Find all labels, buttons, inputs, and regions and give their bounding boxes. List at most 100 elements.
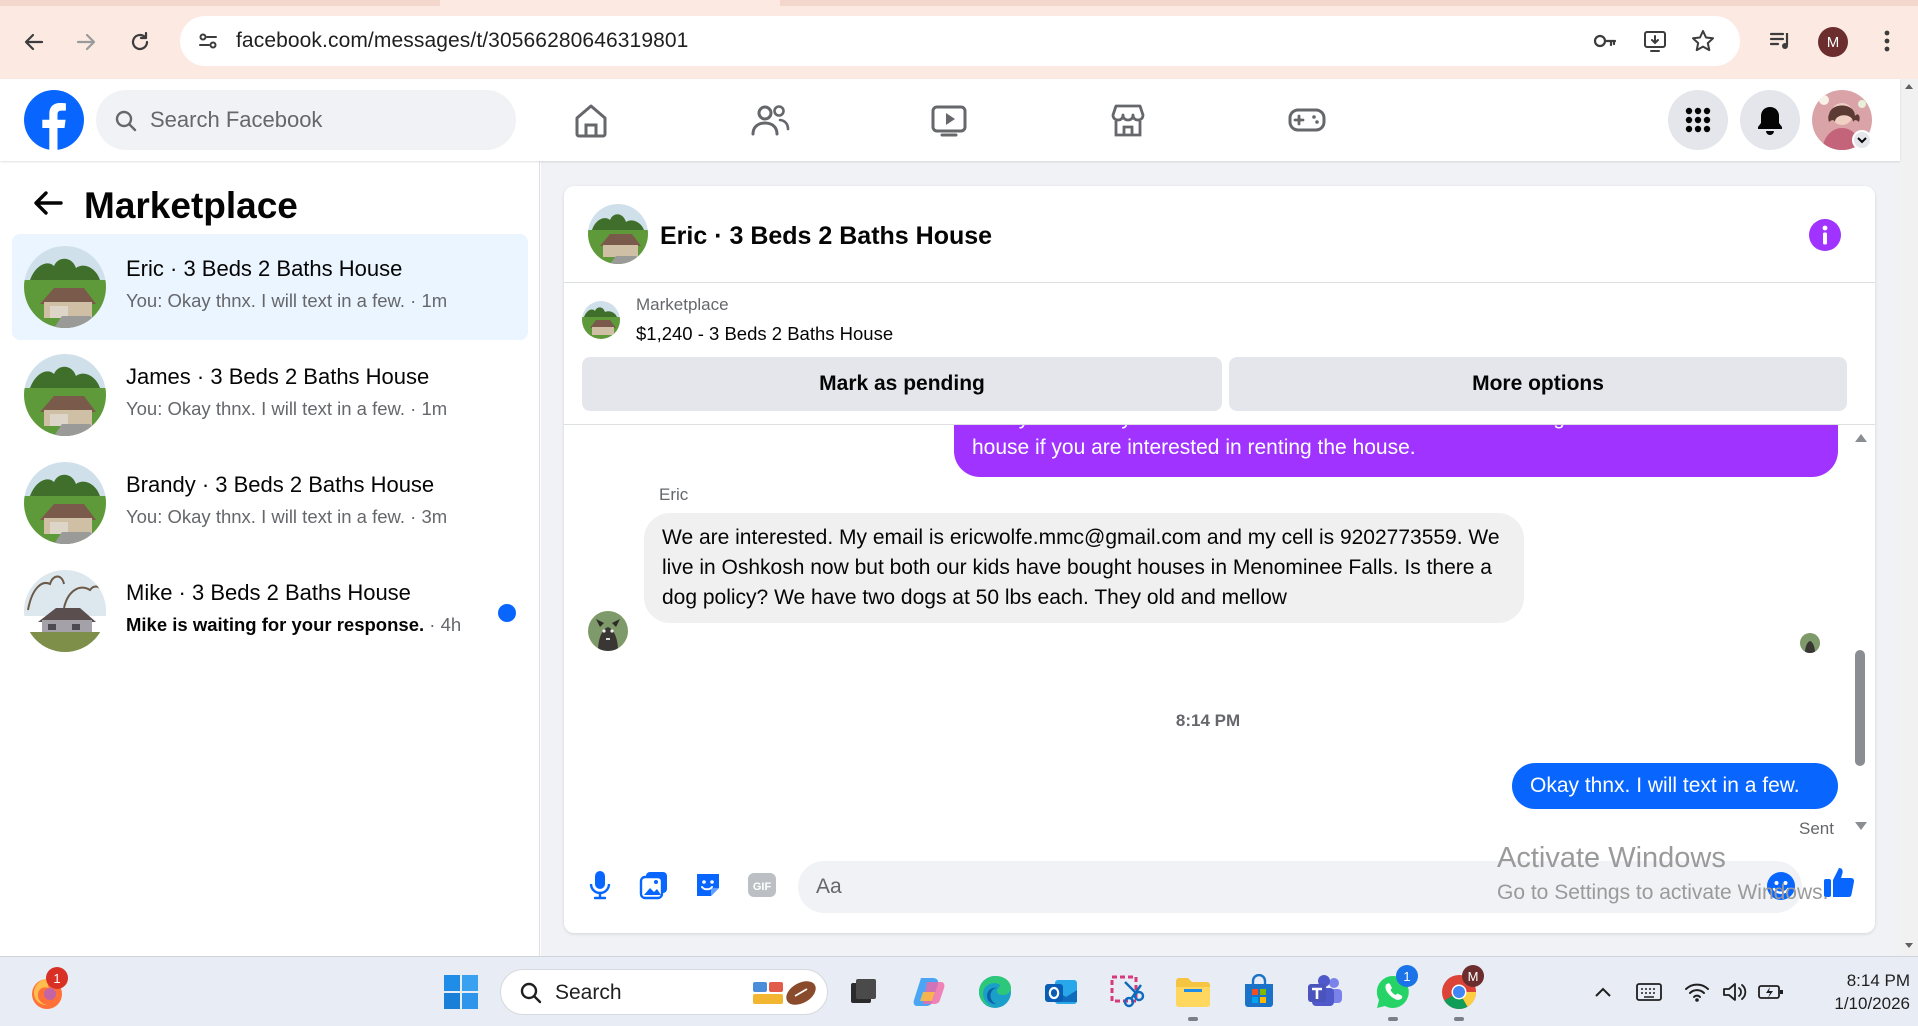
battery-button[interactable] — [1756, 977, 1786, 1007]
active-tab[interactable] — [440, 0, 780, 6]
preview-text: You: Okay thnx. I will text in a few. — [126, 290, 406, 311]
page-scrollbar[interactable] — [1900, 79, 1918, 956]
folder-icon — [1176, 978, 1210, 1007]
taskbar-task-view[interactable] — [840, 969, 886, 1015]
search-placeholder: Search Facebook — [150, 107, 323, 132]
reload-button[interactable] — [120, 22, 160, 62]
listing-title[interactable]: $1,240 - 3 Beds 2 Baths House — [636, 323, 893, 345]
outgoing-message-bubble[interactable]: Kindly send me your contact number for m… — [954, 425, 1838, 477]
message-status: Sent — [1799, 819, 1834, 838]
conversation-item-mike[interactable]: Mike · 3 Beds 2 Baths House Mike is wait… — [12, 558, 528, 664]
nav-marketplace-button[interactable] — [1103, 95, 1153, 145]
search-icon — [519, 981, 543, 1005]
media-controls-button[interactable] — [1764, 24, 1798, 58]
chat-scroll-down-arrow-icon[interactable] — [1854, 821, 1868, 831]
preview-time: · 4h — [429, 614, 462, 635]
notifications-button[interactable] — [1740, 90, 1800, 150]
sidebar-back-button[interactable] — [28, 183, 68, 223]
gif-button[interactable]: GIF — [744, 867, 780, 903]
menu-button[interactable] — [1668, 90, 1728, 150]
sticker-button[interactable] — [690, 867, 726, 903]
nav-home-button[interactable] — [566, 95, 616, 145]
mark-as-pending-button[interactable]: Mark as pending — [582, 357, 1222, 411]
nav-video-button[interactable] — [924, 95, 974, 145]
windows-taskbar: 1 Search 1 M 8:14 PM 1/10/2026 — [0, 956, 1918, 1026]
conversation-item-brandy[interactable]: Brandy · 3 Beds 2 Baths House You: Okay … — [12, 450, 528, 556]
conversation-item-james[interactable]: James · 3 Beds 2 Baths House You: Okay t… — [12, 342, 528, 448]
sender-avatar[interactable] — [588, 611, 628, 651]
house-thumbnail — [24, 462, 106, 544]
whatsapp-running-indicator — [1388, 1017, 1398, 1021]
taskbar-microsoft-store[interactable] — [1236, 969, 1282, 1015]
nav-gaming-button[interactable] — [1282, 95, 1332, 145]
attach-photo-button[interactable] — [636, 867, 672, 903]
reload-icon — [131, 31, 149, 51]
outlook-icon — [1045, 980, 1077, 1004]
chrome-running-indicator — [1454, 1017, 1464, 1021]
facebook-logo-icon[interactable] — [24, 90, 84, 150]
url-text[interactable]: facebook.com/messages/t/3056628064631980… — [236, 29, 688, 53]
preview-text: You: Okay thnx. I will text in a few. — [126, 506, 406, 527]
start-button[interactable] — [438, 969, 484, 1015]
incoming-message-bubble[interactable]: We are interested. My email is ericwolfe… — [644, 513, 1524, 623]
tab-strip — [0, 0, 1918, 6]
network-button[interactable] — [1682, 977, 1712, 1007]
clock-date: 1/10/2026 — [1834, 994, 1910, 1013]
explorer-running-indicator — [1188, 1017, 1198, 1021]
windows-logo-icon — [444, 975, 478, 1009]
activate-windows-watermark: Activate Windows Go to Settings to activ… — [1497, 842, 1829, 905]
chat-scrollbar-thumb[interactable] — [1855, 650, 1865, 766]
listing-thumbnail[interactable] — [582, 301, 620, 339]
account-menu-chevron-icon[interactable] — [1852, 130, 1872, 150]
preview-time: · 1m — [410, 398, 448, 419]
preview-text: Mike is waiting for your response. — [126, 614, 425, 635]
site-settings-icon[interactable] — [196, 29, 220, 53]
address-bar[interactable]: facebook.com/messages/t/3056628064631980… — [180, 16, 1740, 66]
browser-menu-button[interactable] — [1870, 24, 1904, 58]
svg-text:GIF: GIF — [753, 881, 772, 893]
password-key-icon[interactable] — [1592, 28, 1618, 54]
outgoing-message-bubble-last[interactable]: Okay thnx. I will text in a few. — [1512, 763, 1838, 809]
bookmark-star-icon[interactable] — [1690, 28, 1716, 54]
teams-icon — [1308, 975, 1342, 1006]
volume-button[interactable] — [1720, 977, 1750, 1007]
taskbar-clock[interactable]: 8:14 PM 1/10/2026 — [1800, 969, 1910, 1015]
taskbar-edge[interactable] — [972, 969, 1018, 1015]
conversation-info-button[interactable] — [1808, 218, 1842, 252]
taskbar-teams[interactable] — [1302, 969, 1348, 1015]
conversation-preview: You: Okay thnx. I will text in a few. · … — [126, 290, 447, 312]
preview-time: · 3m — [410, 506, 448, 527]
chat-scroll-up-arrow-icon[interactable] — [1854, 433, 1868, 443]
show-hidden-icons-button[interactable] — [1588, 977, 1618, 1007]
message-sender-name: Eric — [659, 485, 689, 504]
chat-window: Eric · 3 Beds 2 Baths House Marketplace … — [564, 186, 1875, 933]
nav-friends-button[interactable] — [745, 95, 795, 145]
arrow-left-icon — [24, 33, 44, 51]
install-app-icon[interactable] — [1642, 28, 1668, 54]
video-icon — [931, 105, 967, 137]
keyboard-layout-button[interactable] — [1634, 977, 1664, 1007]
taskbar-copilot[interactable] — [906, 969, 952, 1015]
chat-title[interactable]: Eric · 3 Beds 2 Baths House — [660, 222, 992, 251]
menu-grid-icon — [1685, 107, 1711, 133]
taskbar-snipping-tool[interactable] — [1104, 969, 1150, 1015]
arrow-right-icon — [76, 33, 96, 51]
taskbar-outlook[interactable] — [1038, 969, 1084, 1015]
chevron-up-icon — [1595, 987, 1611, 997]
back-button[interactable] — [14, 22, 54, 62]
browser-profile-avatar[interactable]: M — [1818, 27, 1848, 57]
info-icon — [1809, 219, 1841, 251]
facebook-search-input[interactable]: Search Facebook — [96, 90, 516, 150]
forward-button[interactable] — [66, 22, 106, 62]
conversation-preview: Mike is waiting for your response. · 4h — [126, 614, 461, 636]
voice-clip-button[interactable] — [582, 867, 618, 903]
chat-avatar[interactable] — [588, 204, 648, 264]
more-options-button[interactable]: More options — [1229, 357, 1847, 411]
chrome-profile-badge: M — [1462, 965, 1484, 987]
search-icon — [114, 109, 138, 133]
taskbar-search-box[interactable]: Search — [500, 969, 828, 1015]
conversation-name: Brandy · 3 Beds 2 Baths House — [126, 472, 435, 497]
chat-area: Eric · 3 Beds 2 Baths House Marketplace … — [541, 161, 1900, 956]
taskbar-file-explorer[interactable] — [1170, 969, 1216, 1015]
conversation-item-eric[interactable]: Eric · 3 Beds 2 Baths House You: Okay th… — [12, 234, 528, 340]
